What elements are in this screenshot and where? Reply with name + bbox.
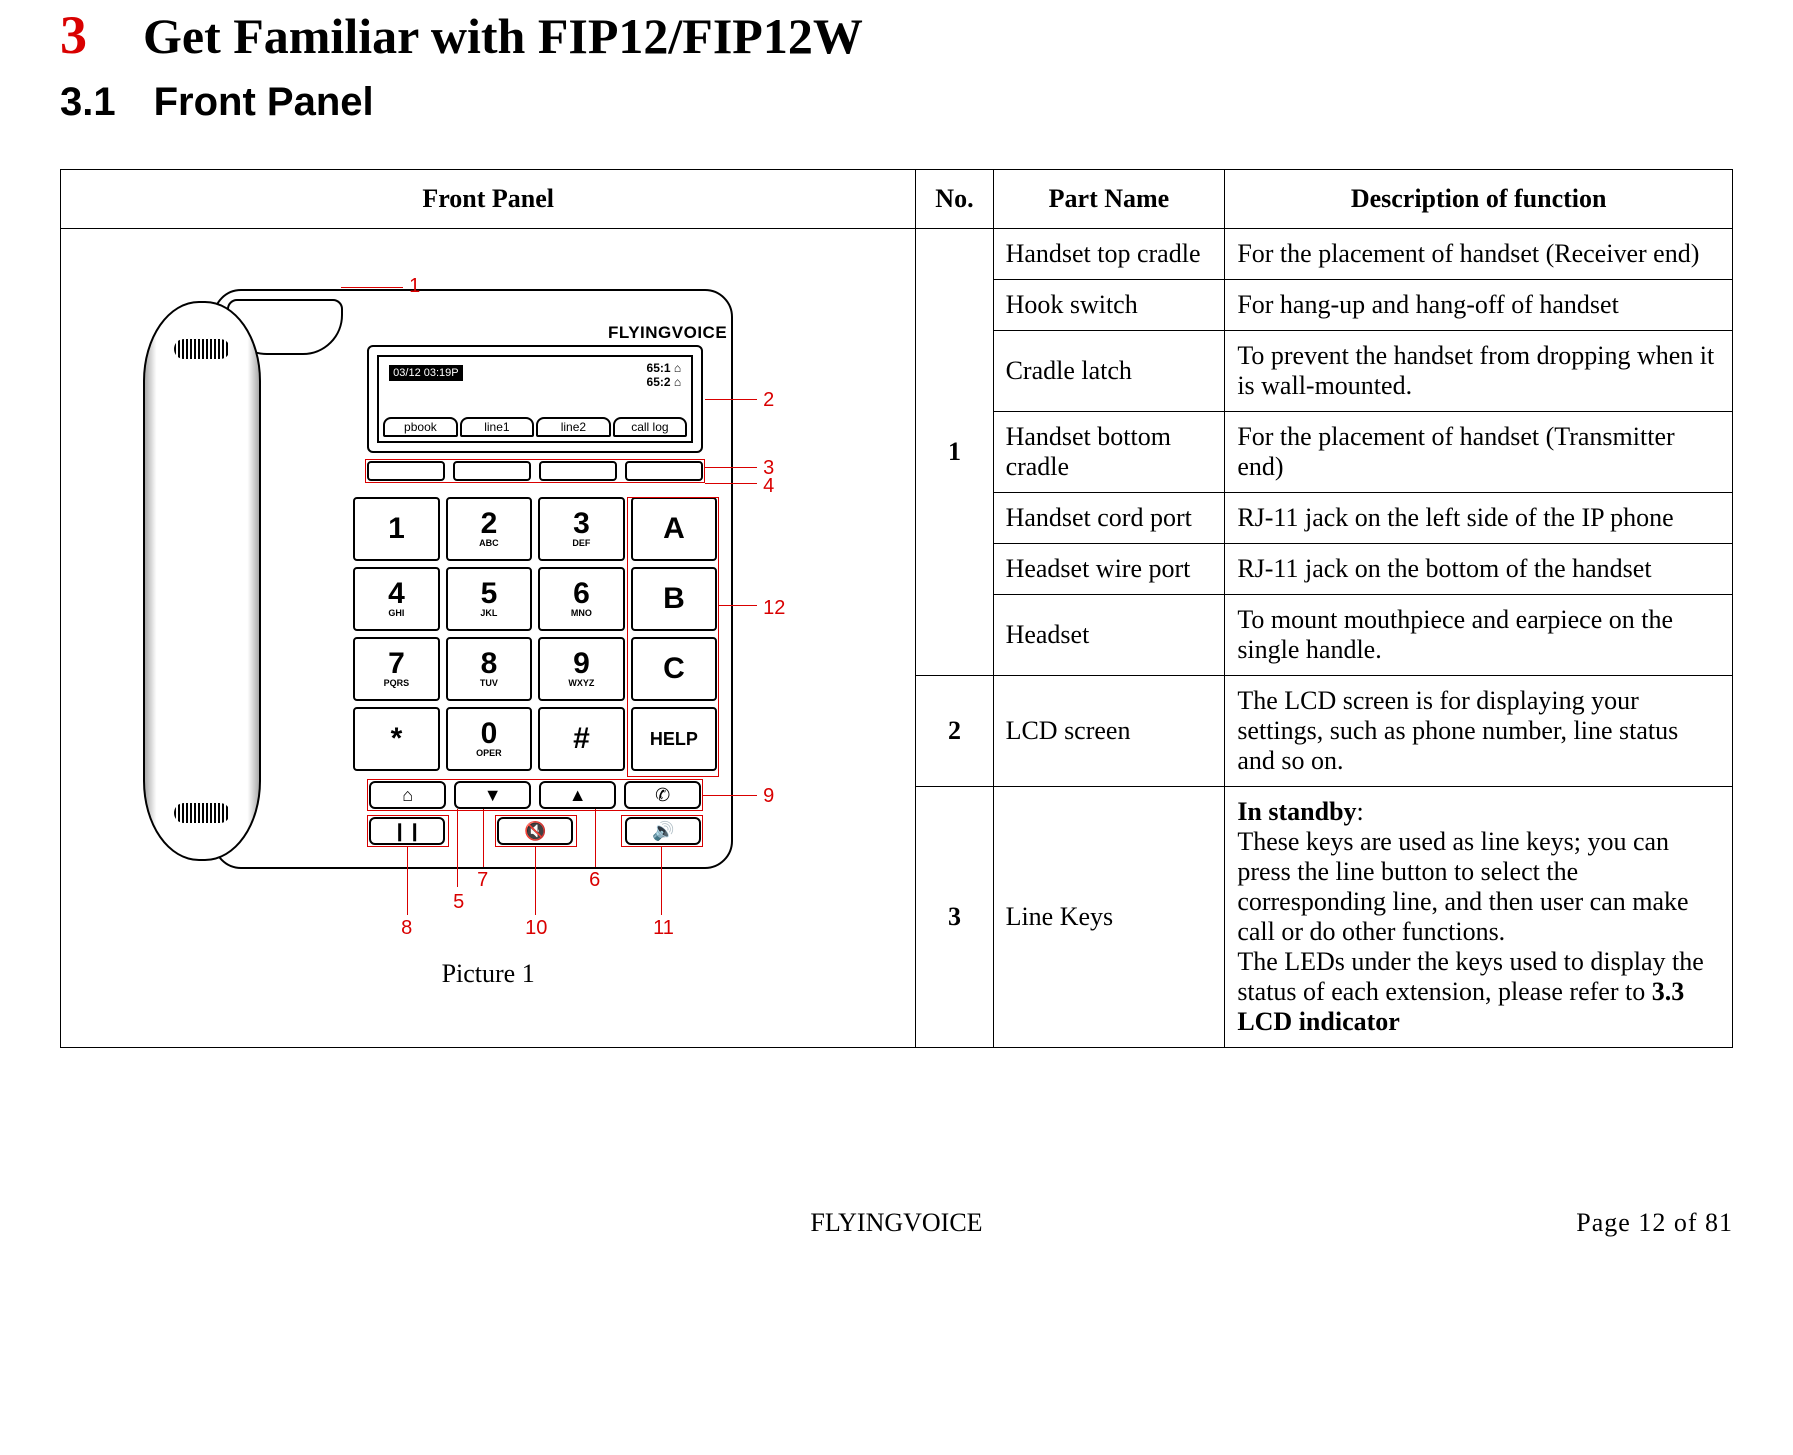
func-handset-bottom-cradle: For the placement of handset (Transmitte… xyxy=(1225,412,1733,493)
callout-12: 12 xyxy=(763,597,785,620)
key-1: 1 xyxy=(353,497,440,561)
section-title: Front Panel xyxy=(154,80,374,125)
func-hook-switch: For hang-up and hang-off of handset xyxy=(1225,280,1733,331)
hdr-part-name: Part Name xyxy=(993,170,1225,229)
lcd-soft-pbook: pbook xyxy=(383,417,458,437)
lcd-softkey-labels: pbook line1 line2 call log xyxy=(383,417,687,437)
lcd-datetime: 03/12 03:19P xyxy=(389,365,462,381)
callout-7: 7 xyxy=(477,869,488,892)
lcd-ext1: 65:1 ⌂ xyxy=(647,361,682,375)
key-hash: # xyxy=(538,707,625,771)
callout-10: 10 xyxy=(525,917,547,940)
func-lcd-screen: The LCD screen is for displaying your se… xyxy=(1225,676,1733,787)
chapter-title: Get Familiar with FIP12/FIP12W xyxy=(143,7,863,65)
callout-9: 9 xyxy=(763,785,774,808)
section-heading: 3.1 Front Panel xyxy=(60,80,1733,125)
picture-caption: Picture 1 xyxy=(85,959,891,989)
callout-6: 6 xyxy=(589,869,600,892)
part-handset-cord-port: Handset cord port xyxy=(993,493,1225,544)
hdr-no: No. xyxy=(916,170,993,229)
footer-brand: FLYINGVOICE xyxy=(810,1208,982,1238)
key-7: 7PQRS xyxy=(353,637,440,701)
footer-page-number: Page 12 of 81 xyxy=(1576,1208,1733,1238)
lcd-soft-line1: line1 xyxy=(460,417,535,437)
callout-11: 11 xyxy=(653,917,674,940)
key-2: 2ABC xyxy=(446,497,533,561)
callout-2: 2 xyxy=(763,389,774,412)
callout-5: 5 xyxy=(453,891,464,914)
lcd-extensions: 65:1 ⌂ 65:2 ⌂ xyxy=(647,361,682,389)
part-headset: Headset xyxy=(993,595,1225,676)
handset xyxy=(143,301,261,861)
no-3: 3 xyxy=(916,787,993,1048)
hdr-front-panel: Front Panel xyxy=(61,170,916,229)
lcd-ext2: 65:2 ⌂ xyxy=(647,375,682,389)
func-cradle-latch: To prevent the handset from dropping whe… xyxy=(1225,331,1733,412)
picture-cell: FLYINGVOICE 03/12 03:19P 65:1 ⌂ 65:2 ⌂ p… xyxy=(61,229,916,1048)
key-0: 0OPER xyxy=(446,707,533,771)
lcd-soft-calllog: call log xyxy=(613,417,688,437)
hdr-description: Description of function xyxy=(1225,170,1733,229)
key-6: 6MNO xyxy=(538,567,625,631)
part-line-keys: Line Keys xyxy=(993,787,1225,1048)
callout-8: 8 xyxy=(401,917,412,940)
chapter-heading: 3 Get Familiar with FIP12/FIP12W xyxy=(60,4,1733,66)
func-line-keys: In standby: These keys are used as line … xyxy=(1225,787,1733,1048)
key-star: * xyxy=(353,707,440,771)
func-headset: To mount mouthpiece and earpiece on the … xyxy=(1225,595,1733,676)
key-8: 8TUV xyxy=(446,637,533,701)
part-headset-wire-port: Headset wire port xyxy=(993,544,1225,595)
lcd-screen: 03/12 03:19P 65:1 ⌂ 65:2 ⌂ pbook line1 l… xyxy=(367,345,703,453)
key-4: 4GHI xyxy=(353,567,440,631)
func-headset-wire-port: RJ-11 jack on the bottom of the handset xyxy=(1225,544,1733,595)
chapter-number: 3 xyxy=(60,4,87,66)
callout-4: 4 xyxy=(763,475,774,498)
front-panel-table: Front Panel No. Part Name Description of… xyxy=(60,169,1733,1048)
part-handset-bottom-cradle: Handset bottom cradle xyxy=(993,412,1225,493)
part-handset-top-cradle: Handset top cradle xyxy=(993,229,1225,280)
page-footer: FLYINGVOICE Page 12 of 81 xyxy=(0,1208,1793,1238)
key-5: 5JKL xyxy=(446,567,533,631)
func-handset-cord-port: RJ-11 jack on the left side of the IP ph… xyxy=(1225,493,1733,544)
lcd-soft-line2: line2 xyxy=(536,417,611,437)
part-hook-switch: Hook switch xyxy=(993,280,1225,331)
brand-label: FLYINGVOICE xyxy=(608,323,727,343)
key-9: 9WXYZ xyxy=(538,637,625,701)
part-lcd-screen: LCD screen xyxy=(993,676,1225,787)
callout-1: 1 xyxy=(409,275,420,298)
section-number: 3.1 xyxy=(60,80,116,125)
no-1: 1 xyxy=(916,229,993,676)
func-handset-top-cradle: For the placement of handset (Receiver e… xyxy=(1225,229,1733,280)
part-cradle-latch: Cradle latch xyxy=(993,331,1225,412)
key-3: 3DEF xyxy=(538,497,625,561)
no-2: 2 xyxy=(916,676,993,787)
phone-diagram: FLYINGVOICE 03/12 03:19P 65:1 ⌂ 65:2 ⌂ p… xyxy=(143,279,833,939)
